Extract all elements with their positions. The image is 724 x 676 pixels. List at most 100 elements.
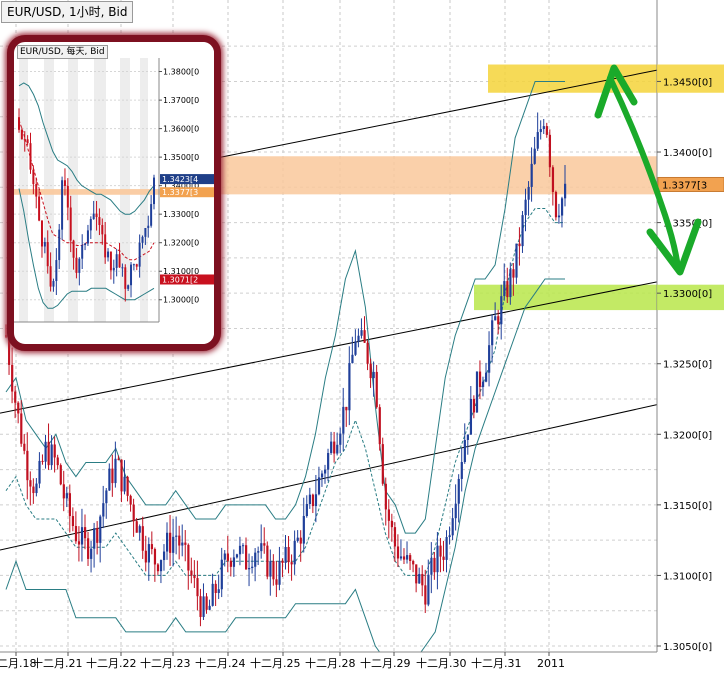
inset-price-label: 1.3423[4 <box>162 175 198 184</box>
candle <box>503 281 506 297</box>
y-tick-label: 1.3400[0] <box>663 148 712 159</box>
candle <box>339 433 342 445</box>
candle <box>399 556 403 559</box>
candle <box>117 458 120 460</box>
inset-y-tick-label: 1.3600[0 <box>163 125 199 134</box>
candle <box>162 551 166 561</box>
candle <box>132 504 135 522</box>
candle <box>320 473 324 478</box>
candle <box>478 371 482 387</box>
candle <box>105 490 108 504</box>
candle <box>241 545 245 547</box>
candle <box>564 183 567 199</box>
candle <box>415 564 418 584</box>
candle <box>542 126 545 130</box>
candle <box>214 583 217 593</box>
candle <box>494 316 497 321</box>
candle <box>184 542 187 545</box>
candle <box>199 596 202 617</box>
inset-candle <box>124 267 127 289</box>
candle <box>469 398 473 435</box>
candle <box>387 509 390 521</box>
x-tick-label: 十二月.28 <box>305 656 356 670</box>
y-tick-label: 1.3200[0] <box>663 430 712 441</box>
candle <box>421 573 424 586</box>
candle <box>460 462 463 479</box>
candle <box>102 503 105 517</box>
candle <box>369 363 372 379</box>
candle <box>74 526 78 542</box>
candle <box>393 527 397 547</box>
inset-candle <box>58 229 61 261</box>
candle <box>159 560 163 572</box>
candle <box>539 129 542 133</box>
candle <box>524 199 527 216</box>
candle <box>190 570 193 576</box>
candle <box>287 546 290 563</box>
candle <box>357 335 360 342</box>
candle <box>123 476 126 492</box>
candle <box>485 372 488 382</box>
candle <box>396 546 400 559</box>
candle <box>23 443 26 451</box>
x-tick-label: 十二月.21 <box>32 656 83 670</box>
candle <box>153 549 157 565</box>
candle <box>47 441 50 466</box>
candle <box>20 413 23 444</box>
inset-y-tick-label: 1.3500[0 <box>163 153 199 162</box>
candle <box>129 495 132 505</box>
x-tick-label: 十二月.24 <box>195 656 246 670</box>
candle <box>366 342 369 364</box>
inset-candle <box>115 254 118 268</box>
y-tick-label: 1.3250[0] <box>663 360 712 371</box>
candle <box>302 516 305 544</box>
candle <box>317 477 321 495</box>
candle <box>71 516 75 527</box>
inset-candle <box>86 230 89 244</box>
candle <box>202 596 205 617</box>
candle <box>351 354 354 364</box>
candle <box>284 546 287 563</box>
candle <box>229 560 233 567</box>
inset-chart-canvas: 1.3800[01.3700[01.3600[01.3500[01.3400[0… <box>14 42 214 344</box>
candle <box>272 561 275 580</box>
candle <box>80 527 84 545</box>
inset-candle <box>35 184 38 197</box>
y-tick-label: 1.3100[0] <box>663 571 712 582</box>
inset-candle <box>127 285 130 289</box>
inset-candle <box>52 281 55 287</box>
candle <box>120 459 123 492</box>
candle <box>17 402 20 414</box>
main-chart-title: EUR/USD, 1小时, Bid <box>1 1 134 23</box>
current-price-label: 1.3377[3 <box>662 180 707 191</box>
candle <box>187 544 190 571</box>
candle <box>354 341 357 355</box>
inset-candle <box>147 225 150 229</box>
candle <box>488 345 491 373</box>
candle <box>90 548 93 559</box>
candle <box>533 148 536 164</box>
inset-candle <box>66 185 69 208</box>
inset-candle <box>81 245 84 259</box>
candle <box>257 551 260 553</box>
candle <box>439 545 442 557</box>
candle <box>481 381 485 387</box>
candle <box>345 406 348 411</box>
candle <box>41 460 44 462</box>
candle <box>278 560 281 585</box>
candle <box>14 391 17 403</box>
candle <box>172 536 175 553</box>
candle <box>554 191 558 218</box>
candle <box>93 528 96 549</box>
candle <box>293 540 296 565</box>
candle <box>111 468 114 484</box>
candle <box>448 535 451 538</box>
inset-candle <box>92 213 95 220</box>
inset-candle <box>84 243 87 246</box>
candle <box>433 557 436 573</box>
inset-candle <box>20 129 23 140</box>
candle <box>68 493 71 517</box>
candle <box>138 526 141 533</box>
candle <box>232 557 236 567</box>
candle <box>208 605 211 610</box>
